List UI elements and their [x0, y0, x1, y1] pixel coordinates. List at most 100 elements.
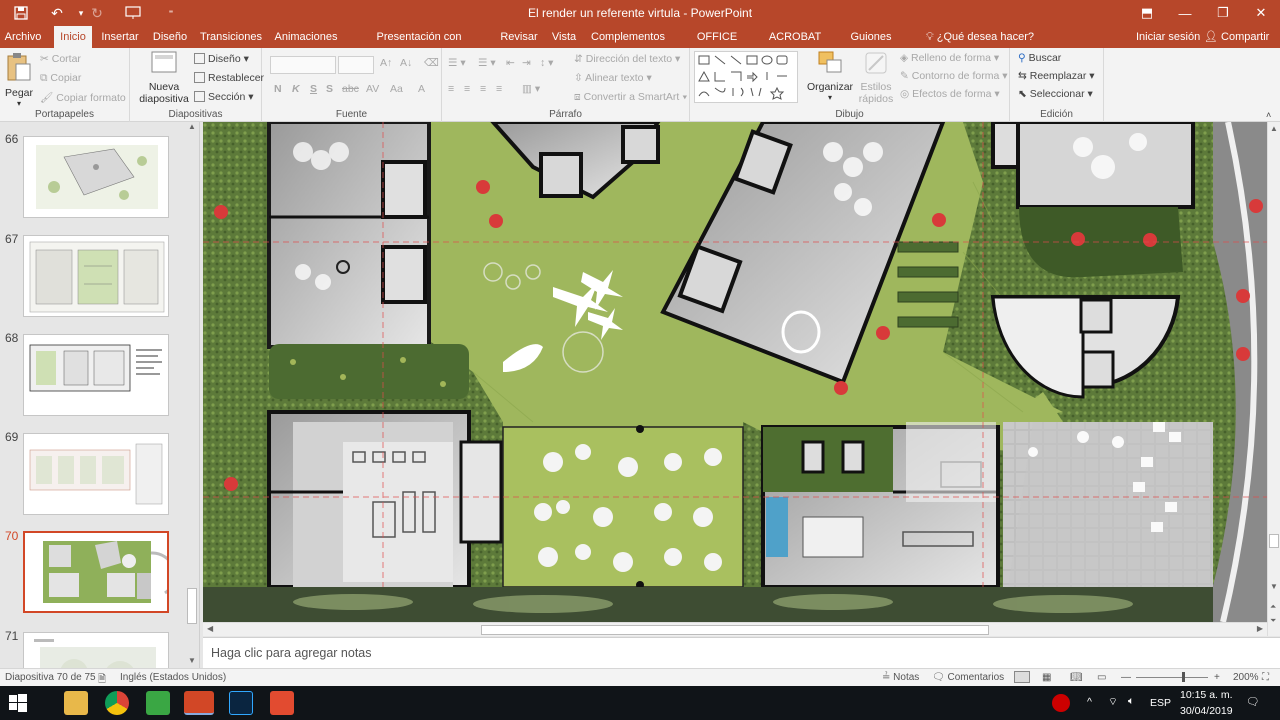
slide-thumbnail-68[interactable]	[23, 334, 169, 416]
tab-insertar[interactable]: Insertar	[98, 26, 142, 48]
slide-horizontal-scrollbar[interactable]: ◀ ▶	[203, 622, 1267, 636]
columns-icon[interactable]: ▥ ▾	[522, 83, 540, 95]
tab-complementos[interactable]: Complementos	[588, 26, 668, 48]
slide-scroll-thumb[interactable]	[1269, 534, 1279, 548]
underline-button[interactable]: S	[310, 83, 317, 95]
thumbnail-scrollbar[interactable]: ▲ ▼	[186, 122, 198, 668]
cortar-button[interactable]: ✂ Cortar	[40, 53, 81, 65]
slideshow-view-icon[interactable]: ▭	[1097, 672, 1106, 683]
justify-icon[interactable]: ≡	[496, 83, 502, 95]
notifications-icon[interactable]: 🗨︎	[1246, 695, 1259, 708]
horizontal-scroll-thumb[interactable]	[481, 625, 989, 635]
network-icon[interactable]: ⌔	[1108, 695, 1118, 709]
scroll-down-icon[interactable]: ▼	[1270, 582, 1278, 591]
tab-archivo[interactable]: Archivo	[0, 26, 46, 48]
tab-transiciones[interactable]: Transiciones	[198, 26, 264, 48]
copiar-button[interactable]: ⧉ Copiar	[40, 72, 81, 85]
tab-revisar[interactable]: Revisar	[498, 26, 540, 48]
change-case-icon[interactable]: Aa	[390, 83, 403, 95]
tab-animaciones[interactable]: Animaciones	[272, 26, 340, 48]
char-spacing-icon[interactable]: AV	[366, 83, 379, 95]
minimize-button[interactable]: —	[1166, 0, 1204, 26]
align-right-icon[interactable]: ≡	[480, 83, 486, 95]
diseno-dropdown[interactable]: Diseño ▾	[194, 53, 249, 65]
close-button[interactable]: ✕	[1242, 0, 1280, 26]
input-language[interactable]: ESP	[1150, 697, 1171, 709]
pegar-button[interactable]: Pegar ▾	[4, 52, 34, 108]
direccion-texto-button[interactable]: ⇵ Dirección del texto ▾	[574, 53, 680, 65]
notas-button[interactable]: ≟ Notas	[882, 672, 919, 683]
strikethrough-button[interactable]: abc	[342, 83, 359, 95]
photoshop-icon[interactable]	[229, 691, 253, 715]
comentarios-button[interactable]: 🗨︎ Comentarios	[932, 672, 1004, 683]
zoom-slider-thumb[interactable]	[1182, 672, 1185, 682]
copiar-formato-button[interactable]: 🖌︎ Copiar formato	[40, 91, 126, 104]
scroll-right-icon[interactable]: ▶	[1257, 624, 1263, 633]
line-spacing-icon[interactable]: ↕ ▾	[540, 57, 553, 69]
font-color-icon[interactable]: A	[418, 83, 425, 95]
tab-inicio[interactable]: Inicio	[54, 26, 92, 48]
decrease-indent-icon[interactable]: ⇤	[506, 57, 515, 69]
nueva-diapositiva-button[interactable]: Nueva diapositiva	[136, 50, 192, 105]
efectos-forma-button[interactable]: ◎ Efectos de forma ▾	[900, 88, 1000, 100]
italic-button[interactable]: K	[292, 83, 300, 95]
shapes-gallery[interactable]	[694, 51, 798, 103]
camtasia-icon[interactable]	[146, 691, 170, 715]
notes-pane[interactable]: Haga clic para agregar notas	[203, 637, 1280, 668]
recorder-icon[interactable]	[270, 691, 294, 715]
slide-thumbnail-69[interactable]	[23, 433, 169, 515]
reading-view-icon[interactable]: 📖︎	[1070, 672, 1083, 683]
bullets-icon[interactable]: ☰ ▾	[448, 57, 466, 69]
contorno-forma-button[interactable]: ✎ Contorno de forma ▾	[900, 70, 1008, 82]
slide-sorter-icon[interactable]: ▦	[1042, 672, 1051, 683]
slide-thumbnail-67[interactable]	[23, 235, 169, 317]
seccion-dropdown[interactable]: Sección ▾	[194, 91, 254, 103]
scroll-up-icon[interactable]: ▲	[1270, 124, 1278, 133]
alinear-texto-button[interactable]: ⇳ Alinear texto ▾	[574, 72, 652, 84]
font-size-box[interactable]	[338, 56, 374, 74]
share-button[interactable]: 👤︎ Compartir	[1204, 26, 1269, 48]
zoom-out-icon[interactable]: —	[1121, 672, 1131, 683]
tab-vista[interactable]: Vista	[548, 26, 580, 48]
clear-format-icon[interactable]: ⌫	[424, 57, 439, 69]
numbering-icon[interactable]: ☰ ▾	[478, 57, 496, 69]
normal-view-icon[interactable]	[1014, 671, 1030, 683]
tell-me-search[interactable]: 💡︎ ¿Qué desea hacer?	[926, 26, 1034, 48]
maximize-button[interactable]: ❐	[1204, 0, 1242, 26]
tab-diseno[interactable]: Diseño	[150, 26, 190, 48]
windows-start-icon[interactable]	[8, 693, 30, 715]
grow-font-icon[interactable]: A↑	[380, 57, 392, 69]
tab-office-remote[interactable]: OFFICE REMOTE	[676, 26, 758, 65]
file-explorer-icon[interactable]	[64, 691, 88, 715]
sign-in-link[interactable]: Iniciar sesión	[1136, 26, 1200, 48]
tab-guiones-graficos[interactable]: Guiones gráficos	[830, 26, 912, 65]
powerpoint-taskbar-icon[interactable]	[184, 691, 214, 715]
reemplazar-button[interactable]: ⇆ Reemplazar ▾	[1018, 70, 1095, 82]
font-name-box[interactable]	[270, 56, 336, 74]
buscar-button[interactable]: ⚲ Buscar	[1018, 52, 1061, 64]
zoom-level[interactable]: 200%	[1233, 672, 1259, 683]
antivirus-tray-icon[interactable]	[1052, 694, 1070, 712]
align-left-icon[interactable]: ≡	[448, 83, 454, 95]
align-center-icon[interactable]: ≡	[464, 83, 470, 95]
ribbon-display-options-button[interactable]: ⬒	[1128, 0, 1166, 26]
organizar-button[interactable]: Organizar ▾	[806, 50, 854, 102]
scroll-down-icon[interactable]: ▼	[188, 656, 196, 665]
shadow-button[interactable]: S	[326, 83, 333, 95]
smartart-button[interactable]: ⧈ Convertir a SmartArt ▾	[574, 91, 687, 104]
clock-time[interactable]: 10:15 a. m.	[1180, 689, 1233, 701]
fit-slide-icon[interactable]: ⛶	[1262, 672, 1269, 683]
thumbnail-scroll-thumb[interactable]	[187, 588, 197, 624]
bold-button[interactable]: N	[274, 83, 282, 95]
slide-canvas[interactable]	[203, 122, 1267, 622]
show-hidden-icons-icon[interactable]: ^	[1087, 696, 1092, 708]
scroll-up-icon[interactable]: ▲	[188, 122, 196, 131]
relleno-forma-button[interactable]: ◈ Relleno de forma ▾	[900, 52, 999, 64]
slide-thumbnail-66[interactable]	[23, 136, 169, 218]
zoom-in-icon[interactable]: +	[1214, 672, 1220, 683]
slide-thumbnail-70-selected[interactable]	[23, 531, 169, 613]
seleccionar-button[interactable]: ⬉ Seleccionar ▾	[1018, 88, 1093, 100]
collapse-ribbon-icon[interactable]: ˄	[1266, 110, 1271, 120]
previous-slide-icon[interactable]: ⏶	[1270, 602, 1276, 612]
next-slide-icon[interactable]: ⏷	[1270, 616, 1276, 626]
